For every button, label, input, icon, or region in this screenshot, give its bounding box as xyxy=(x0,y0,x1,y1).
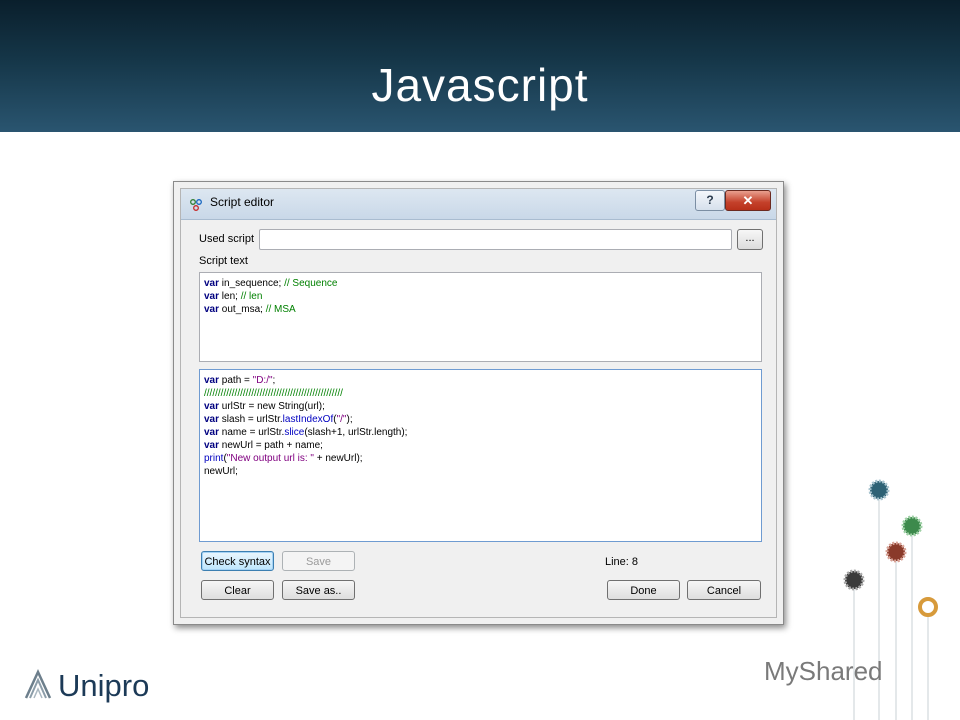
script-header-editor[interactable]: var in_sequence; // Sequence var len; // … xyxy=(199,272,762,362)
code-token: "New output url is: " xyxy=(226,453,314,464)
slide-header: Javascript xyxy=(0,0,960,132)
dialog-frame: Script editor ? ✕ Used script ... Script… xyxy=(180,188,777,618)
done-button[interactable]: Done xyxy=(607,580,680,600)
code-line: newUrl; xyxy=(204,465,757,478)
script-icon xyxy=(189,197,203,211)
code-token: var xyxy=(204,375,220,386)
code-token: var xyxy=(204,278,220,289)
used-script-input[interactable] xyxy=(259,229,732,250)
code-line: var urlStr = new String(url); xyxy=(204,400,757,413)
code-token: var xyxy=(204,291,220,302)
slide-title: Javascript xyxy=(371,59,589,111)
code-line: var len; // len xyxy=(204,290,757,303)
code-token: + newUrl); xyxy=(313,453,363,464)
browse-button[interactable]: ... xyxy=(737,229,763,250)
code-token: var xyxy=(204,427,220,438)
code-token: "/" xyxy=(336,414,347,425)
code-line: var path = "D:/"; xyxy=(204,374,757,387)
code-token: // Sequence xyxy=(284,278,338,289)
code-token: out_msa; xyxy=(219,304,266,315)
code-token: var xyxy=(204,414,220,425)
code-token: var xyxy=(204,440,220,451)
code-line: var slash = urlStr.lastIndexOf("/"); xyxy=(204,413,757,426)
code-line: print("New output url is: " + newUrl); xyxy=(204,452,757,465)
script-editor-dialog: Script editor ? ✕ Used script ... Script… xyxy=(173,181,784,625)
code-line: var out_msa; // MSA xyxy=(204,303,757,316)
myshared-watermark: MyShared xyxy=(764,656,883,686)
code-line: var name = urlStr.slice(slash+1, urlStr.… xyxy=(204,426,757,439)
save-button[interactable]: Save xyxy=(282,551,355,571)
code-token: // len xyxy=(240,291,263,302)
code-token: newUrl; xyxy=(204,466,238,477)
code-token: (slash+1, urlStr.length); xyxy=(304,427,408,438)
code-token: var xyxy=(204,304,220,315)
code-token: ; xyxy=(272,375,276,386)
code-token: slice xyxy=(284,427,305,438)
script-body-editor[interactable]: var path = "D:/";///////////////////////… xyxy=(199,369,762,542)
script-text-label: Script text xyxy=(199,255,248,267)
code-token: lastIndexOf xyxy=(282,414,334,425)
code-token: var xyxy=(204,401,220,412)
used-script-label: Used script xyxy=(199,233,255,245)
code-token: // MSA xyxy=(265,304,296,315)
code-line: var newUrl = path + name; xyxy=(204,439,757,452)
code-token: ////////////////////////////////////////… xyxy=(204,388,343,399)
clear-button[interactable]: Clear xyxy=(201,580,274,600)
save-as-button[interactable]: Save as.. xyxy=(282,580,355,600)
line-status: Line: 8 xyxy=(605,556,639,568)
code-token: len; xyxy=(219,291,241,302)
code-token: name = urlStr. xyxy=(219,427,285,438)
cancel-button[interactable]: Cancel xyxy=(687,580,761,600)
check-syntax-button[interactable]: Check syntax xyxy=(201,551,274,571)
code-token: ); xyxy=(346,414,353,425)
code-line: var in_sequence; // Sequence xyxy=(204,277,757,290)
code-token: slash = urlStr. xyxy=(219,414,283,425)
code-token: print xyxy=(204,453,224,464)
close-button[interactable]: ✕ xyxy=(725,190,771,211)
code-token: path = xyxy=(219,375,253,386)
unipro-logo-text: Unipro xyxy=(58,668,150,703)
code-token: in_sequence; xyxy=(219,278,285,289)
help-button[interactable]: ? xyxy=(695,190,725,211)
dialog-titlebar[interactable]: Script editor ? ✕ xyxy=(181,189,776,220)
code-token: urlStr = new String(url); xyxy=(219,401,325,412)
dialog-title: Script editor xyxy=(210,195,275,209)
code-line: ////////////////////////////////////////… xyxy=(204,387,757,400)
code-token: newUrl = path + name; xyxy=(219,440,323,451)
code-token: "D:/" xyxy=(252,375,273,386)
